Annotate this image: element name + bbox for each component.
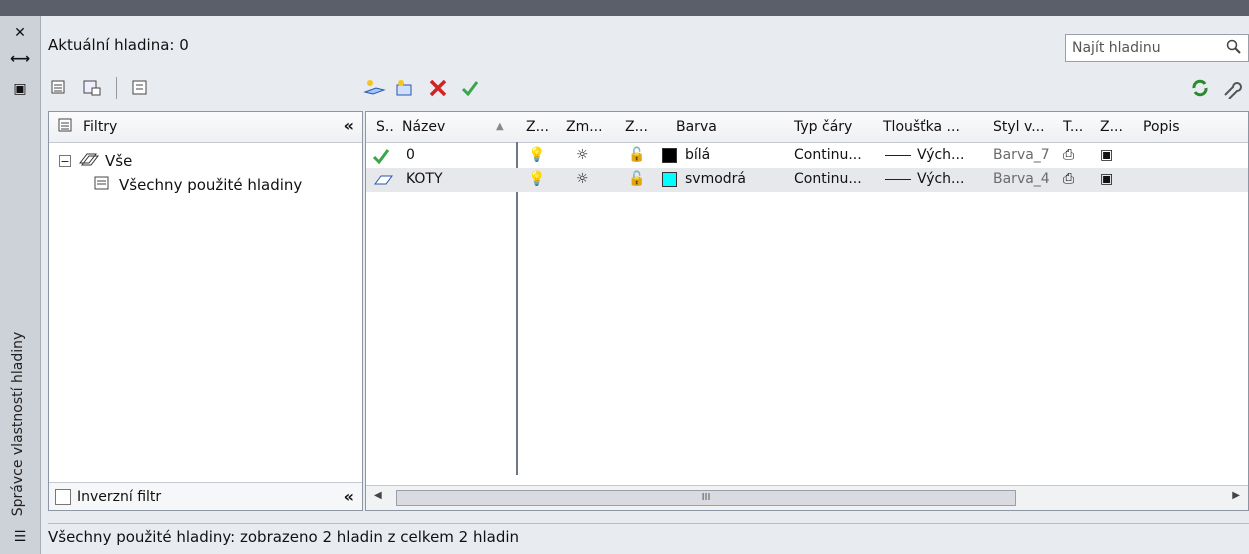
layer-linetype[interactable]: Continu... (794, 171, 862, 187)
layer-lineweight: Vých... (917, 171, 965, 187)
column-headers: S.. Název ▲ Z... Zm... Z... Barva Typ čá… (366, 112, 1248, 143)
close-icon[interactable]: ✕ (8, 22, 32, 44)
lineweight-glyph (885, 178, 911, 180)
inverse-filter-label: Inverzní filtr (77, 488, 162, 505)
set-current-icon[interactable] (458, 76, 482, 100)
col-on[interactable]: Z... (526, 119, 549, 135)
tree-item-label: Všechny použité hladiny (119, 176, 303, 194)
new-layer-icon[interactable] (362, 76, 386, 100)
new-group-filter-icon[interactable] (80, 76, 104, 100)
col-lock[interactable]: Z... (625, 119, 648, 135)
layer-manager-panel: Aktuální hladina: 0 Najít hladinu Filtry… (41, 16, 1249, 554)
collapse-toggle-icon[interactable]: − (59, 155, 71, 168)
filter-all-icon (77, 151, 100, 171)
filters-icon (57, 117, 75, 137)
unlock-icon[interactable]: 🔓 (628, 171, 645, 187)
current-layer-icon (372, 147, 390, 169)
settings-toolbar (1188, 74, 1244, 102)
col-status[interactable]: S.. (376, 119, 394, 135)
layer-plotstyle: Barva_4 (993, 171, 1050, 187)
delete-layer-icon[interactable] (426, 76, 450, 100)
scroll-thumb[interactable]: III (396, 490, 1016, 506)
printer-icon[interactable]: ⎙ (1063, 171, 1074, 187)
autohide-icon[interactable]: ⟷ (8, 48, 32, 70)
table-row[interactable]: 0 💡 ☼ 🔓 bílá Continu... Vých... Barva_7 … (366, 144, 1248, 168)
color-swatch (662, 171, 677, 187)
col-plot[interactable]: T... (1063, 119, 1083, 135)
newvp-freeze-icon[interactable]: ▣ (1100, 171, 1113, 187)
horizontal-scrollbar[interactable]: ◀ III ▶ (366, 485, 1248, 510)
palette-title: Správce vlastností hladiny (10, 331, 26, 517)
sort-ascending-icon: ▲ (496, 121, 504, 132)
layer-table: S.. Název ▲ Z... Zm... Z... Barva Typ čá… (365, 111, 1249, 511)
filters-header: Filtry « (49, 112, 362, 143)
col-description[interactable]: Popis (1143, 119, 1180, 135)
col-lineweight[interactable]: Tloušťka ... (883, 119, 960, 135)
properties-icon[interactable]: ▣ (8, 78, 32, 100)
filter-used-icon (93, 175, 113, 195)
color-name: bílá (685, 147, 711, 163)
palette-sidebar: ✕ ⟷ ▣ Správce vlastností hladiny ☰ (0, 16, 41, 554)
sun-thawed-icon[interactable]: ☼ (576, 147, 589, 163)
new-layer-vp-frozen-icon[interactable] (394, 76, 418, 100)
tree-item-used-layers[interactable]: Všechny použité hladiny (59, 173, 352, 197)
layer-linetype[interactable]: Continu... (794, 147, 862, 163)
collapse-filters-bottom-icon[interactable]: « (344, 487, 354, 506)
collapse-filters-icon[interactable]: « (344, 116, 354, 135)
filter-toolbar (48, 74, 153, 102)
layer-lineweight-cell[interactable]: Vých... (881, 171, 964, 187)
color-swatch (662, 147, 677, 163)
scroll-right-icon[interactable]: ▶ (1232, 490, 1240, 501)
layer-lineweight: Vých... (917, 147, 965, 163)
new-property-filter-icon[interactable] (48, 76, 72, 100)
toolbar-separator (116, 77, 117, 99)
refresh-icon[interactable] (1188, 76, 1212, 100)
layer-name: 0 (406, 147, 415, 163)
bulb-on-icon[interactable]: 💡 (528, 147, 545, 163)
layer-lineweight-cell[interactable]: Vých... (881, 147, 964, 163)
layer-toolbar (362, 74, 482, 102)
scroll-left-icon[interactable]: ◀ (374, 490, 382, 501)
printer-icon[interactable]: ⎙ (1063, 147, 1074, 163)
search-placeholder: Najít hladinu (1072, 40, 1161, 56)
search-input[interactable]: Najít hladinu (1065, 34, 1249, 62)
col-plotstyle[interactable]: Styl v... (993, 119, 1045, 135)
layer-color-cell[interactable]: bílá (662, 147, 710, 163)
newvp-freeze-icon[interactable]: ▣ (1100, 147, 1113, 163)
inverse-filter-checkbox[interactable] (55, 488, 71, 505)
status-text: Všechny použité hladiny: zobrazeno 2 hla… (48, 528, 520, 546)
layer-color-cell[interactable]: svmodrá (662, 171, 746, 187)
search-icon[interactable] (1226, 39, 1242, 59)
tree-item-all[interactable]: − Vše (59, 149, 352, 173)
bulb-on-icon[interactable]: 💡 (528, 171, 545, 187)
col-color[interactable]: Barva (676, 119, 717, 135)
filters-panel: Filtry « − Vše Všechny použité hladiny I… (48, 111, 363, 511)
layer-name: KOTY (406, 171, 443, 187)
layer-plotstyle: Barva_7 (993, 147, 1050, 163)
col-newvp[interactable]: Z... (1100, 119, 1123, 135)
filters-title: Filtry (83, 119, 118, 135)
col-name[interactable]: Název (402, 119, 445, 135)
settings-wrench-icon[interactable] (1220, 76, 1244, 100)
current-layer-label: Aktuální hladina: 0 (48, 36, 189, 54)
unlock-icon[interactable]: 🔓 (628, 147, 645, 163)
inverse-filter-row: Inverzní filtr « (49, 482, 362, 510)
filter-tree: − Vše Všechny použité hladiny (49, 143, 362, 203)
color-name: svmodrá (685, 171, 747, 187)
lineweight-glyph (885, 154, 911, 156)
sun-thawed-icon[interactable]: ☼ (576, 171, 589, 187)
layer-states-icon[interactable] (129, 76, 153, 100)
layer-icon (372, 171, 394, 193)
layers-icon: ☰ (13, 529, 27, 545)
col-linetype[interactable]: Typ čáry (794, 119, 852, 135)
table-row[interactable]: KOTY 💡 ☼ 🔓 svmodrá Continu... Vých... Ba… (366, 168, 1248, 192)
tree-item-label: Vše (105, 152, 133, 170)
status-bar: Všechny použité hladiny: zobrazeno 2 hla… (48, 523, 1249, 550)
menu-strip (0, 0, 1249, 16)
col-freeze[interactable]: Zm... (566, 119, 603, 135)
